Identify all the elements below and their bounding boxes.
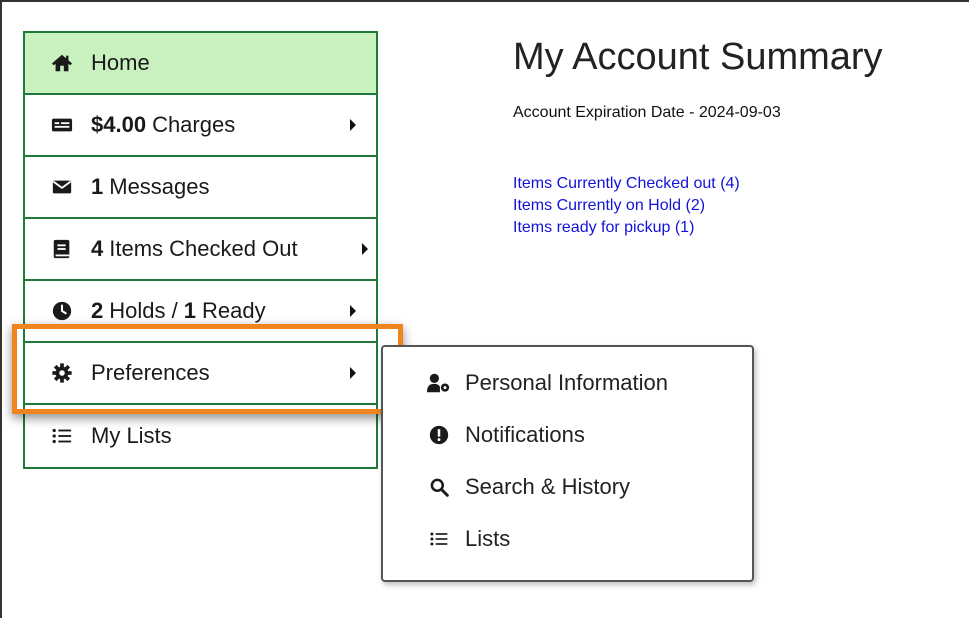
list-icon xyxy=(51,425,73,447)
envelope-icon xyxy=(51,176,73,198)
menu-item-personal-information[interactable]: Personal Information xyxy=(383,357,752,409)
sidebar-item-checked-out[interactable]: 4 Items Checked Out xyxy=(25,219,376,281)
sidebar-item-my-lists[interactable]: My Lists xyxy=(25,405,376,467)
sidebar-item-preferences[interactable]: Preferences xyxy=(25,343,376,405)
menu-item-label: Personal Information xyxy=(465,370,668,395)
sidebar-item-messages[interactable]: 1 Messages xyxy=(25,157,376,219)
sidebar-item-label: Holds / xyxy=(109,298,178,323)
caret-right-icon xyxy=(350,119,356,131)
exclamation-circle-icon xyxy=(427,424,451,446)
ready-count: 1 xyxy=(183,298,196,323)
caret-right-icon xyxy=(350,367,356,379)
link-on-hold[interactable]: Items Currently on Hold (2) xyxy=(513,195,740,217)
messages-count: 1 xyxy=(91,174,104,199)
list-icon xyxy=(427,528,451,550)
menu-item-notifications[interactable]: Notifications xyxy=(383,409,752,461)
account-expiration: Account Expiration Date - 2024-09-03 xyxy=(513,104,781,121)
menu-item-search-history[interactable]: Search & History xyxy=(383,461,752,513)
sidebar-item-label: Home xyxy=(91,50,150,75)
sidebar-item-label: My Lists xyxy=(91,423,172,448)
holds-count: 2 xyxy=(91,298,104,323)
charges-amount: $4.00 xyxy=(91,112,147,137)
account-sidebar: Home $4.00 Charges 1 Messages 4 Items Ch… xyxy=(23,31,378,469)
search-icon xyxy=(427,476,451,498)
menu-item-label: Lists xyxy=(465,526,511,551)
caret-right-icon xyxy=(362,243,368,255)
checked-out-count: 4 xyxy=(91,236,104,261)
caret-right-icon xyxy=(350,305,356,317)
preferences-dropdown-menu: Personal Information Notifications Searc… xyxy=(381,345,754,582)
sidebar-item-label: Items Checked Out xyxy=(109,236,298,261)
sidebar-item-home[interactable]: Home xyxy=(25,33,376,95)
sidebar-item-label: Charges xyxy=(152,112,236,137)
link-checked-out[interactable]: Items Currently Checked out (4) xyxy=(513,173,740,195)
sidebar-item-charges[interactable]: $4.00 Charges xyxy=(25,95,376,157)
link-ready-pickup[interactable]: Items ready for pickup (1) xyxy=(513,217,740,239)
sidebar-item-holds[interactable]: 2 Holds / 1 Ready xyxy=(25,281,376,343)
book-icon xyxy=(51,238,73,260)
menu-item-label: Search & History xyxy=(465,474,631,499)
menu-item-lists[interactable]: Lists xyxy=(383,513,752,565)
home-icon xyxy=(51,52,73,74)
sidebar-item-label: Preferences xyxy=(91,360,210,385)
sidebar-item-label-ready: Ready xyxy=(201,298,266,323)
page-title: My Account Summary xyxy=(513,36,883,78)
clock-icon xyxy=(51,300,73,322)
summary-links: Items Currently Checked out (4) Items Cu… xyxy=(513,173,740,239)
user-gear-icon xyxy=(427,372,451,394)
gear-icon xyxy=(51,362,73,384)
sidebar-item-label: Messages xyxy=(109,174,210,199)
money-bill-icon xyxy=(51,114,73,136)
menu-item-label: Notifications xyxy=(465,422,585,447)
